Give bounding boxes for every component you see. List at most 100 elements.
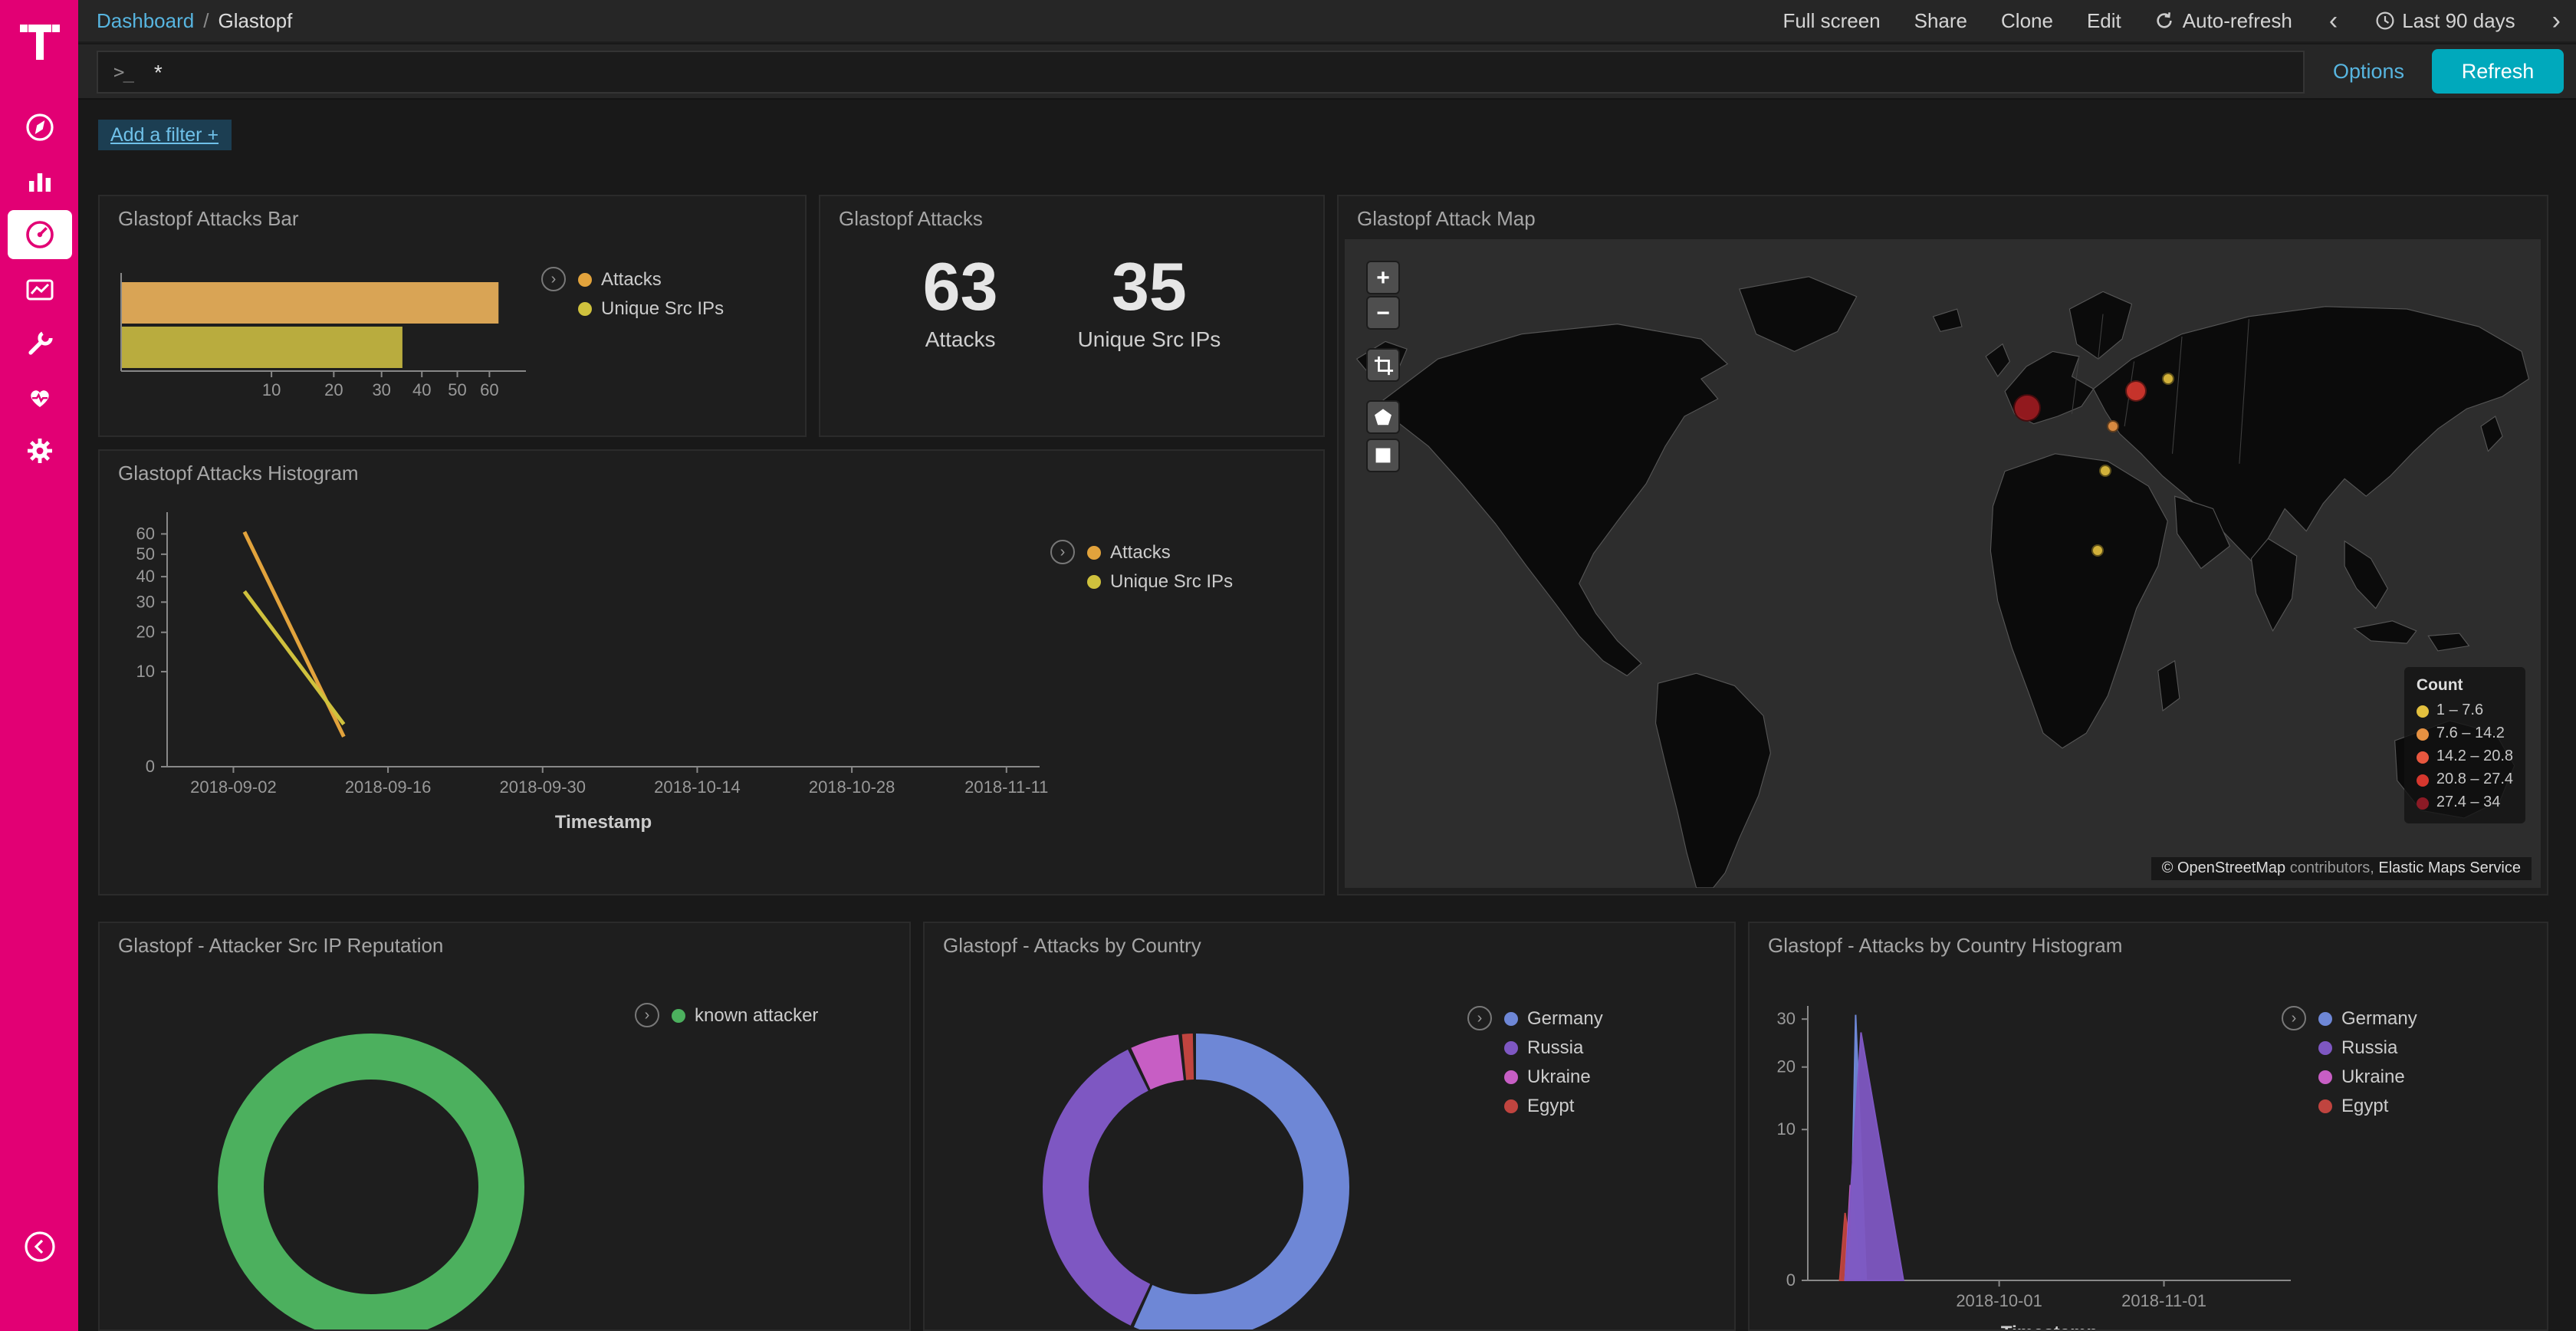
metric-unique-src-ips: 35 Unique Src IPs [1078,251,1221,352]
map-canvas[interactable]: + − Count [1345,239,2541,888]
svg-text:0: 0 [146,757,155,776]
metric-value: 35 [1078,251,1221,326]
map-crop-tool-button[interactable] [1366,348,1400,382]
sidebar-item-management[interactable] [0,423,78,477]
map-marker [2161,373,2174,385]
chart-legend: › known attacker [635,1003,818,1027]
map-legend-item: 1 – 7.6 [2417,699,2513,722]
search-input[interactable] [154,59,461,84]
legend-item[interactable]: Germany [2318,1007,2417,1029]
reputation-donut-chart [100,923,911,1331]
legend-item[interactable]: Egypt [2318,1095,2417,1116]
timelion-chart-icon [24,274,54,304]
chart-legend: › Germany Russia Ukraine Egypt [1467,1006,1603,1116]
metric-attacks: 63 Attacks [923,251,998,352]
legend-item[interactable]: Germany [1504,1007,1603,1029]
panel-title: Glastopf - Attacks by Country Histogram [1768,934,2122,957]
add-filter-link[interactable]: Add a filter + [98,120,231,150]
sidebar-collapse-button[interactable] [0,1230,78,1264]
legend-item[interactable]: Russia [2318,1037,2417,1058]
legend-dot [2417,705,2429,717]
svg-text:50: 50 [136,544,155,564]
legend-label: Russia [2341,1037,2397,1058]
legend-label: Attacks [1110,541,1171,563]
legend-item[interactable]: Attacks [578,268,724,290]
legend-item[interactable]: Russia [1504,1037,1603,1058]
legend-label: Unique Src IPs [601,297,724,319]
clock-icon [2374,11,2394,31]
legend-item[interactable]: Unique Src IPs [578,297,724,319]
time-forward-chevron[interactable]: › [2549,8,2564,34]
time-range-label: Last 90 days [2402,9,2515,32]
map-rectangle-tool-button[interactable] [1366,439,1400,472]
breadcrumb-dashboard-link[interactable]: Dashboard [97,9,194,32]
legend-item[interactable]: Unique Src IPs [1087,570,1233,592]
sidebar-item-visualize[interactable] [0,153,78,207]
sidebar [0,0,78,1331]
time-picker-button[interactable]: Last 90 days [2374,9,2515,32]
svg-text:2018-10-14: 2018-10-14 [654,777,741,797]
metric-group: 63 Attacks 35 Unique Src IPs [820,251,1323,352]
svg-text:30: 30 [372,380,390,399]
auto-refresh-button[interactable]: Auto-refresh [2155,9,2292,32]
legend-toggle[interactable]: › [541,267,566,291]
legend-toggle[interactable]: › [2282,1006,2306,1030]
attribution-text: contributors, [2285,860,2378,877]
active-item-highlight [7,210,71,259]
map-zoom-in-button[interactable]: + [1366,261,1400,294]
sidebar-item-dev-tools[interactable] [0,316,78,370]
auto-refresh-label: Auto-refresh [2183,9,2292,32]
legend-item[interactable]: Attacks [1087,541,1233,563]
sidebar-item-dashboard[interactable] [0,207,78,262]
map-legend-item: 27.4 – 34 [2417,791,2513,814]
legend-dot [2417,728,2429,740]
bar-chart-icon [24,165,54,196]
svg-text:2018-09-30: 2018-09-30 [499,777,586,797]
svg-text:60: 60 [480,380,498,399]
legend-label: Ukraine [2341,1066,2405,1087]
legend-item[interactable]: known attacker [672,1004,818,1026]
legend-dot [1087,545,1101,559]
search-input-box[interactable]: >_ [97,50,2305,93]
svg-text:60: 60 [136,524,155,543]
metric-label: Unique Src IPs [1078,327,1221,352]
collapse-arrow-icon [22,1230,56,1264]
breadcrumb-current: Glastopf [218,9,292,32]
options-link[interactable]: Options [2333,60,2404,83]
legend-dot [1504,1011,1518,1025]
legend-item[interactable]: Ukraine [2318,1066,2417,1087]
sidebar-item-monitoring[interactable] [0,370,78,423]
svg-text:10: 10 [262,380,281,399]
refresh-button[interactable]: Refresh [2432,49,2564,94]
map-polygon-tool-button[interactable] [1366,400,1400,434]
svg-text:20: 20 [324,380,343,399]
panel-title: Glastopf Attacks Histogram [118,462,359,485]
panel-title: Glastopf Attack Map [1357,207,1536,230]
legend-label: Germany [1527,1007,1603,1029]
chart-legend: › Germany Russia Ukraine Egypt [2282,1006,2417,1116]
legend-toggle[interactable]: › [1467,1006,1492,1030]
kibana-dashboard-page: Dashboard / Glastopf Full screen Share C… [0,0,2576,1331]
elastic-maps-link[interactable]: Elastic Maps Service [2378,860,2521,877]
legend-toggle[interactable]: › [635,1003,659,1027]
legend-toggle[interactable]: › [1050,540,1075,564]
openstreetmap-link[interactable]: © OpenStreetMap [2162,860,2286,877]
clone-button[interactable]: Clone [2001,9,2053,32]
sidebar-item-discover[interactable] [0,100,78,153]
full-screen-button[interactable]: Full screen [1783,9,1880,32]
sidebar-item-timelion[interactable] [0,262,78,316]
legend-dot [2318,1011,2332,1025]
legend-item[interactable]: Egypt [1504,1095,1603,1116]
legend-dot [2417,774,2429,786]
time-back-chevron[interactable]: ‹ [2326,8,2341,34]
wrench-icon [24,327,54,358]
svg-text:50: 50 [448,380,466,399]
map-zoom-out-button[interactable]: − [1366,296,1400,330]
crop-icon [1373,355,1393,375]
legend-item[interactable]: Ukraine [1504,1066,1603,1087]
share-button[interactable]: Share [1914,9,1967,32]
edit-button[interactable]: Edit [2087,9,2121,32]
panel-glastopf-attacks-bar: Glastopf Attacks Bar 102030405060 › Atta… [98,195,807,437]
svg-text:Timestamp: Timestamp [555,812,652,833]
svg-text:10: 10 [1777,1119,1796,1139]
